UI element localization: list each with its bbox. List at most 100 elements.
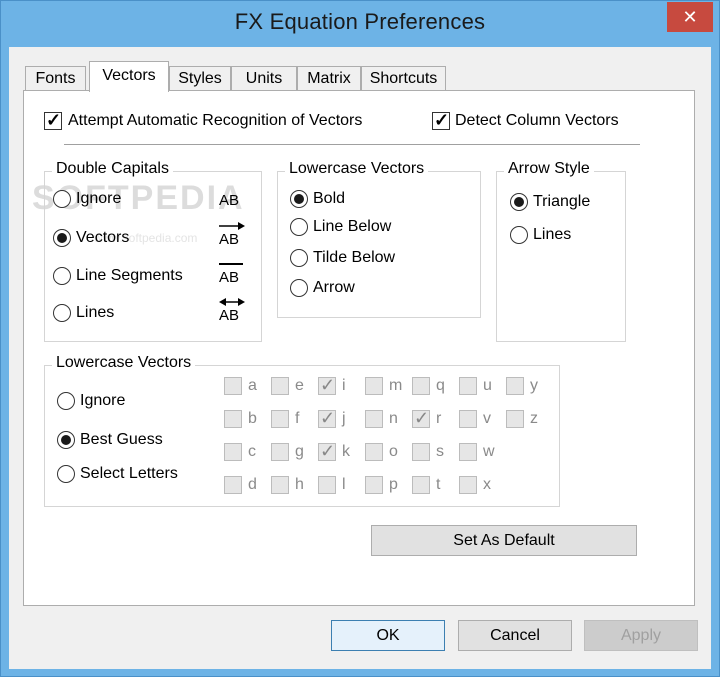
letter-label-o: o <box>389 443 398 460</box>
letter-checkbox-l[interactable] <box>318 476 336 494</box>
letter-label-c: c <box>248 443 256 460</box>
column-vectors-label: Detect Column Vectors <box>455 112 619 129</box>
letter-checkbox-i[interactable]: ✓ <box>318 375 336 395</box>
letter-checkbox-a[interactable] <box>224 377 242 395</box>
letter-checkbox-g[interactable] <box>271 443 289 461</box>
lc-bold-radio[interactable] <box>290 190 308 208</box>
tab-vectors[interactable]: Vectors <box>89 61 169 92</box>
letter-checkbox-f[interactable] <box>271 410 289 428</box>
letter-label-w: w <box>483 443 495 460</box>
dc-vectors-radio[interactable] <box>53 229 71 247</box>
close-button[interactable]: ✕ <box>667 2 713 32</box>
letter-label-r: r <box>436 410 442 427</box>
close-icon: ✕ <box>682 7 698 27</box>
lowercase-style-title: Lowercase Vectors <box>285 160 429 178</box>
letter-checkbox-o[interactable] <box>365 443 383 461</box>
lc-tilde-below-label: Tilde Below <box>313 249 396 266</box>
dc-lines-sample: AB <box>219 297 245 327</box>
dc-ignore-label: Ignore <box>76 190 122 207</box>
checkmark-icon: ✓ <box>320 408 336 428</box>
letter-label-i: i <box>342 377 346 394</box>
ll-best-guess-radio[interactable] <box>57 431 75 449</box>
ll-best-guess-label: Best Guess <box>80 431 163 448</box>
dc-lines-radio[interactable] <box>53 304 71 322</box>
letter-checkbox-n[interactable] <box>365 410 383 428</box>
lc-bold-label: Bold <box>313 190 346 207</box>
letter-checkbox-x[interactable] <box>459 476 477 494</box>
tab-matrix[interactable]: Matrix <box>297 66 361 92</box>
ll-select-letters-label: Select Letters <box>80 465 178 482</box>
auto-recognition-checkbox[interactable]: ✓ <box>44 110 62 130</box>
checkmark-icon: ✓ <box>434 110 450 130</box>
lc-arrow-radio[interactable] <box>290 279 308 297</box>
letter-checkbox-w[interactable] <box>459 443 477 461</box>
dc-ignore-radio[interactable] <box>53 190 71 208</box>
tab-fonts[interactable]: Fonts <box>25 66 86 92</box>
arrow-lines-radio[interactable] <box>510 226 528 244</box>
letter-label-d: d <box>248 476 257 493</box>
letter-checkbox-z[interactable] <box>506 410 524 428</box>
tab-units[interactable]: Units <box>231 66 297 92</box>
column-vectors-checkbox[interactable]: ✓ <box>432 110 450 130</box>
preferences-window: FX Equation Preferences ✕ Fonts Vectors … <box>0 0 720 677</box>
letter-label-l: l <box>342 476 346 493</box>
ll-select-letters-radio[interactable] <box>57 465 75 483</box>
cancel-button[interactable]: Cancel <box>458 620 572 651</box>
letter-label-f: f <box>295 410 300 427</box>
arrow-triangle-radio[interactable] <box>510 193 528 211</box>
tab-styles[interactable]: Styles <box>169 66 231 92</box>
letter-label-k: k <box>342 443 350 460</box>
letter-checkbox-e[interactable] <box>271 377 289 395</box>
letter-label-q: q <box>436 377 445 394</box>
lc-tilde-below-radio[interactable] <box>290 249 308 267</box>
vectors-tab-panel: SOFTPEDIA www.softpedia.com ✓ Attempt Au… <box>23 90 695 606</box>
letter-checkbox-j[interactable]: ✓ <box>318 408 336 428</box>
apply-button[interactable]: Apply <box>584 620 698 651</box>
dialog-client-area: Fonts Vectors Styles Units Matrix Shortc… <box>9 47 711 669</box>
letter-label-s: s <box>436 443 444 460</box>
letter-checkbox-d[interactable] <box>224 476 242 494</box>
checkmark-icon: ✓ <box>414 408 430 428</box>
letter-checkbox-s[interactable] <box>412 443 430 461</box>
letter-checkbox-b[interactable] <box>224 410 242 428</box>
lc-line-below-radio[interactable] <box>290 218 308 236</box>
letter-label-x: x <box>483 476 491 493</box>
checkmark-icon: ✓ <box>46 110 62 130</box>
letter-label-g: g <box>295 443 304 460</box>
set-as-default-button[interactable]: Set As Default <box>371 525 637 556</box>
letter-checkbox-m[interactable] <box>365 377 383 395</box>
arrow-lines-label: Lines <box>533 226 572 243</box>
letter-label-z: z <box>530 410 538 427</box>
dc-lines-label: Lines <box>76 304 115 321</box>
right-arrow-icon <box>219 222 245 230</box>
letter-label-h: h <box>295 476 304 493</box>
ok-button[interactable]: OK <box>331 620 445 651</box>
dc-line-segments-radio[interactable] <box>53 267 71 285</box>
ll-ignore-label: Ignore <box>80 392 126 409</box>
letter-label-a: a <box>248 377 257 394</box>
letter-checkbox-y[interactable] <box>506 377 524 395</box>
letter-checkbox-p[interactable] <box>365 476 383 494</box>
letter-checkbox-k[interactable]: ✓ <box>318 441 336 461</box>
ll-ignore-radio[interactable] <box>57 392 75 410</box>
letter-label-u: u <box>483 377 492 394</box>
letter-label-b: b <box>248 410 257 427</box>
letter-checkbox-v[interactable] <box>459 410 477 428</box>
letter-checkbox-c[interactable] <box>224 443 242 461</box>
letter-label-m: m <box>389 377 403 394</box>
letter-checkbox-q[interactable] <box>412 377 430 395</box>
letter-checkbox-t[interactable] <box>412 476 430 494</box>
letter-label-v: v <box>483 410 491 427</box>
letter-label-t: t <box>436 476 441 493</box>
letter-label-e: e <box>295 377 304 394</box>
letter-checkbox-u[interactable] <box>459 377 477 395</box>
letter-checkbox-r[interactable]: ✓ <box>412 408 430 428</box>
tab-shortcuts[interactable]: Shortcuts <box>361 66 446 92</box>
window-title: FX Equation Preferences <box>234 9 486 34</box>
letter-checkbox-h[interactable] <box>271 476 289 494</box>
dc-vectors-label: Vectors <box>76 229 130 246</box>
arrow-style-title: Arrow Style <box>504 160 594 178</box>
title-bar[interactable]: FX Equation Preferences ✕ <box>1 1 719 47</box>
letter-label-p: p <box>389 476 398 493</box>
checkmark-icon: ✓ <box>320 375 336 395</box>
